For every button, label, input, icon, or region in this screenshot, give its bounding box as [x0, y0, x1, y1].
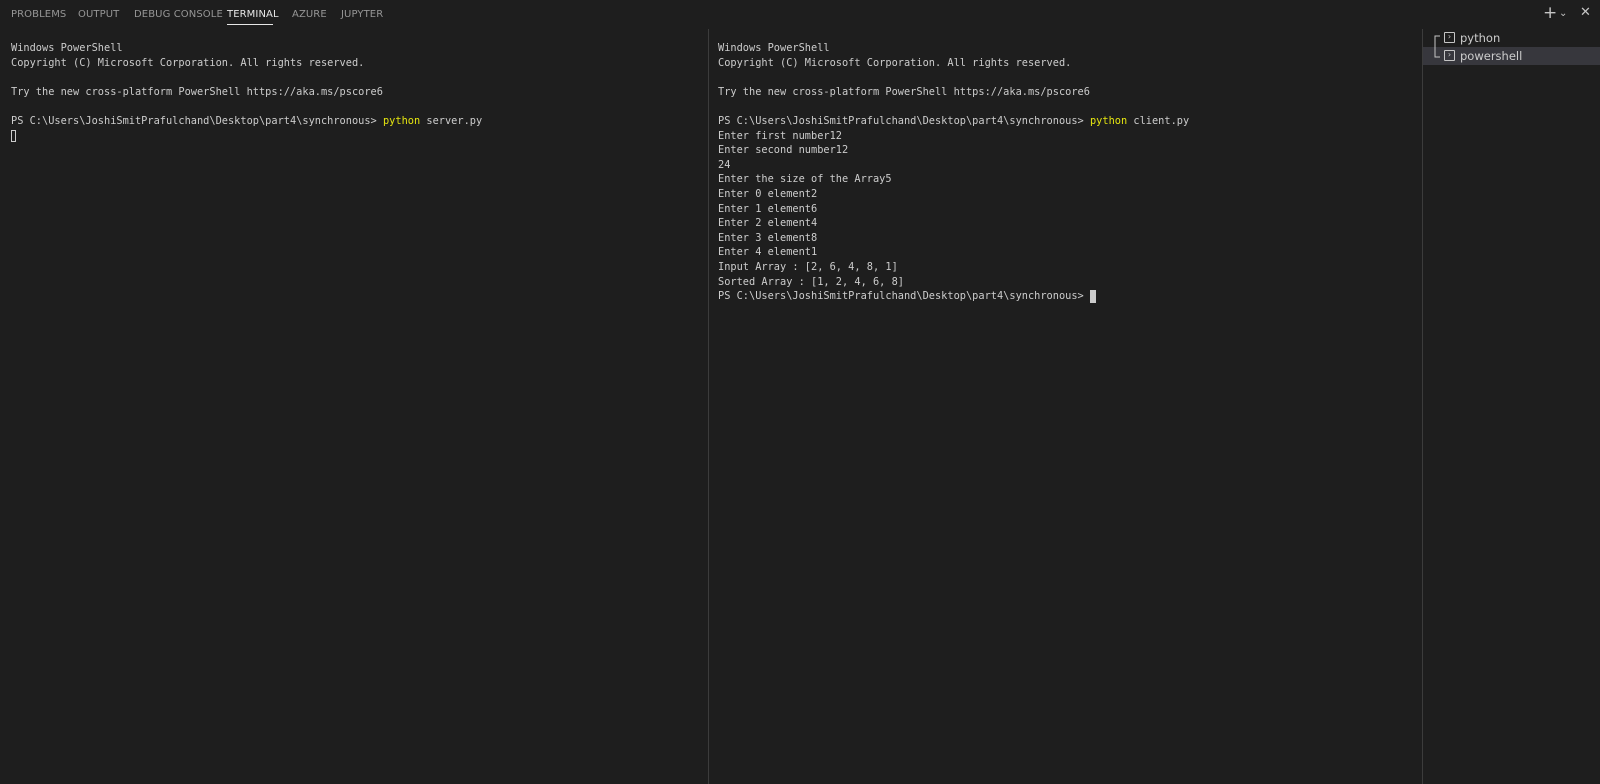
terminal-output-line: Enter first number12	[718, 129, 842, 142]
terminal-line: Try the new cross-platform PowerShell ht…	[11, 85, 383, 98]
tree-branch-icon	[1434, 35, 1440, 47]
terminal-cursor-line	[11, 129, 701, 144]
tab-output[interactable]: OUTPUT	[78, 9, 119, 20]
close-icon[interactable]: ✕	[1580, 6, 1591, 19]
terminal-prompt: PS C:\Users\JoshiSmitPrafulchand\Desktop…	[11, 114, 383, 127]
terminal-tab-powershell[interactable]: › powershell	[1423, 47, 1600, 65]
terminal-output-line: Enter 4 element1	[718, 246, 818, 259]
tab-terminal[interactable]: TERMINAL	[227, 9, 279, 20]
terminal-output-line: Sorted Array : [1, 2, 4, 6, 8]	[718, 275, 904, 288]
terminal-line: Windows PowerShell	[11, 42, 123, 54]
active-tab-indicator	[227, 24, 273, 25]
terminal-line: Windows PowerShell	[718, 42, 830, 54]
terminal-output-line: 24	[718, 158, 731, 171]
terminal-prompt: PS C:\Users\JoshiSmitPrafulchand\Desktop…	[718, 290, 1090, 303]
terminal-tab-label: powershell	[1460, 49, 1523, 63]
tree-branch-icon	[1434, 47, 1440, 58]
terminal-icon: ›	[1444, 32, 1455, 43]
terminal-output-line: Enter 3 element8	[718, 231, 818, 244]
chevron-down-icon[interactable]: ⌄	[1559, 9, 1567, 19]
panel-tab-bar: PROBLEMS OUTPUT DEBUG CONSOLE TERMINAL A…	[0, 0, 1600, 29]
command-keyword: python	[382, 114, 421, 127]
terminal-command-line: PS C:\Users\JoshiSmitPrafulchand\Desktop…	[11, 114, 701, 129]
terminal-line: Try the new cross-platform PowerShell ht…	[718, 85, 1090, 98]
command-keyword: python	[1089, 114, 1128, 127]
terminal-line: Copyright (C) Microsoft Corporation. All…	[11, 56, 365, 69]
terminal-icon: ›	[1444, 50, 1455, 61]
tab-debug-console[interactable]: DEBUG CONSOLE	[134, 9, 223, 20]
terminal-prompt: PS C:\Users\JoshiSmitPrafulchand\Desktop…	[718, 114, 1090, 127]
terminal-output-line: Enter the size of the Array5	[718, 173, 892, 186]
command-args: server.py	[420, 114, 483, 127]
plus-icon[interactable]: +	[1543, 5, 1557, 22]
tab-jupyter[interactable]: JUPYTER	[341, 9, 383, 20]
terminal-output-line: Enter second number12	[718, 144, 849, 157]
terminal-output-line: Enter 0 element2	[718, 187, 818, 200]
terminal-output-line: Enter 2 element4	[718, 217, 818, 230]
tab-problems[interactable]: PROBLEMS	[11, 9, 66, 20]
terminal-output-line: Input Array : [2, 6, 4, 8, 1]	[718, 260, 898, 273]
terminal-cursor	[1089, 289, 1096, 303]
tab-azure[interactable]: AZURE	[292, 9, 327, 20]
split-divider[interactable]	[708, 29, 709, 784]
terminal-tab-label: python	[1460, 31, 1501, 45]
terminal-line: Copyright (C) Microsoft Corporation. All…	[718, 56, 1072, 69]
terminal-output-line: Enter 1 element6	[718, 202, 818, 215]
command-args: client.py	[1127, 114, 1190, 127]
terminal-tab-python[interactable]: › python	[1423, 29, 1600, 47]
terminal-tabs-list: › python › powershell	[1423, 29, 1600, 784]
terminal-left[interactable]: Windows PowerShell Copyright (C) Microso…	[11, 29, 701, 784]
terminal-command-line: PS C:\Users\JoshiSmitPrafulchand\Desktop…	[718, 114, 1418, 129]
terminal-right[interactable]: Windows PowerShell Copyright (C) Microso…	[718, 29, 1418, 784]
terminal-prompt-line: PS C:\Users\JoshiSmitPrafulchand\Desktop…	[718, 289, 1418, 304]
terminal-cursor	[11, 129, 16, 142]
